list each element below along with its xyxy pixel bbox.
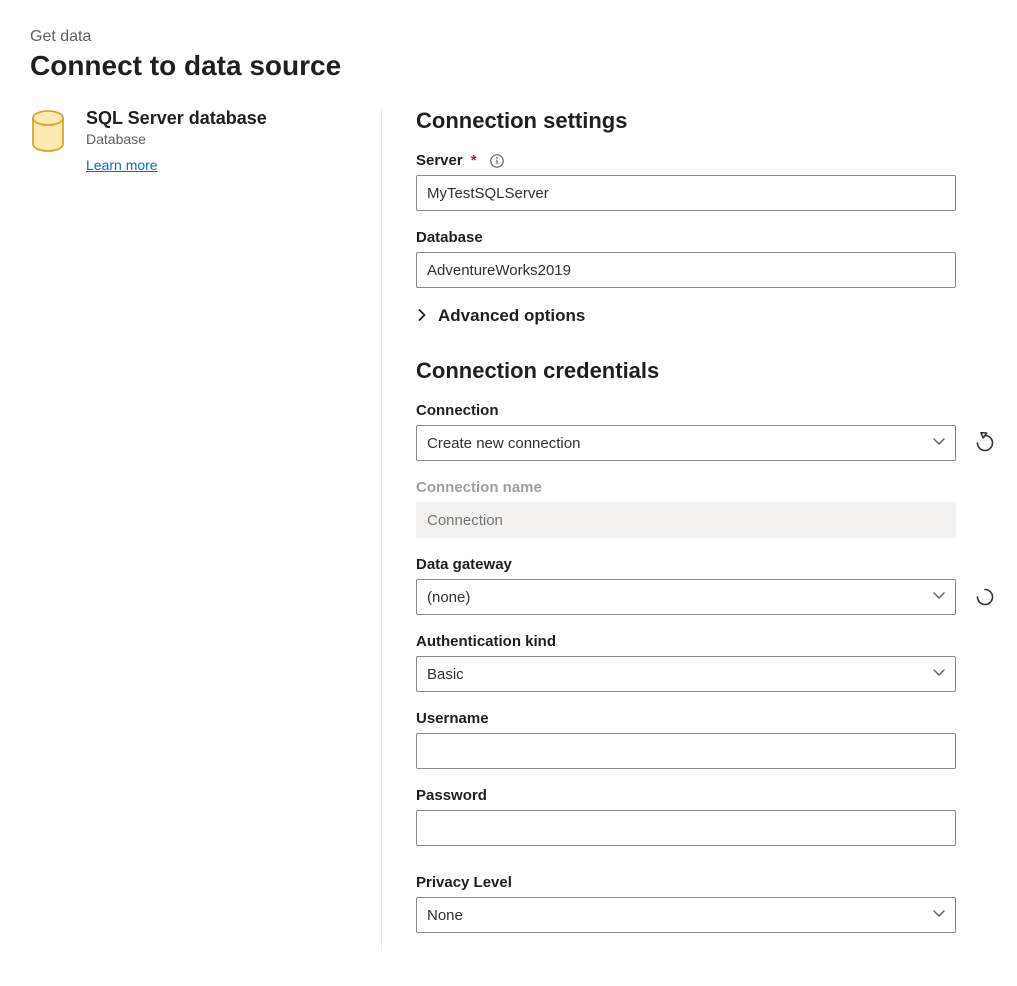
- breadcrumb: Get data: [30, 28, 1017, 46]
- server-label-text: Server: [416, 152, 463, 169]
- auth-kind-select[interactable]: Basic: [416, 656, 956, 692]
- privacy-level-label: Privacy Level: [416, 874, 1002, 891]
- database-input[interactable]: [416, 252, 956, 288]
- source-panel: SQL Server database Database Learn more: [30, 108, 382, 951]
- connection-name-label: Connection name: [416, 479, 1002, 496]
- settings-heading: Connection settings: [416, 108, 1002, 134]
- data-gateway-label: Data gateway: [416, 556, 1002, 573]
- learn-more-link[interactable]: Learn more: [86, 157, 158, 173]
- credentials-heading: Connection credentials: [416, 358, 1002, 384]
- privacy-level-select[interactable]: None: [416, 897, 956, 933]
- password-input[interactable]: [416, 810, 956, 846]
- server-label: Server *: [416, 152, 1002, 169]
- server-input[interactable]: [416, 175, 956, 211]
- database-icon: [30, 108, 70, 951]
- data-gateway-select[interactable]: (none): [416, 579, 956, 615]
- source-title: SQL Server database: [86, 108, 267, 129]
- refresh-icon: [974, 586, 996, 608]
- source-subtitle: Database: [86, 131, 267, 147]
- database-label: Database: [416, 229, 1002, 246]
- page-title: Connect to data source: [30, 50, 1017, 82]
- connection-label: Connection: [416, 402, 1002, 419]
- password-label: Password: [416, 787, 1002, 804]
- connection-select[interactable]: Create new connection: [416, 425, 956, 461]
- info-icon[interactable]: [489, 153, 505, 169]
- refresh-gateway-button[interactable]: [974, 586, 996, 608]
- refresh-connection-button[interactable]: [974, 432, 996, 454]
- required-indicator: *: [471, 152, 477, 169]
- advanced-options-label: Advanced options: [438, 306, 585, 326]
- refresh-icon: [974, 432, 996, 454]
- auth-kind-label: Authentication kind: [416, 633, 1002, 650]
- connection-name-input: [416, 502, 956, 538]
- username-input[interactable]: [416, 733, 956, 769]
- chevron-right-icon: [416, 309, 430, 323]
- advanced-options-toggle[interactable]: Advanced options: [416, 306, 585, 326]
- username-label: Username: [416, 710, 1002, 727]
